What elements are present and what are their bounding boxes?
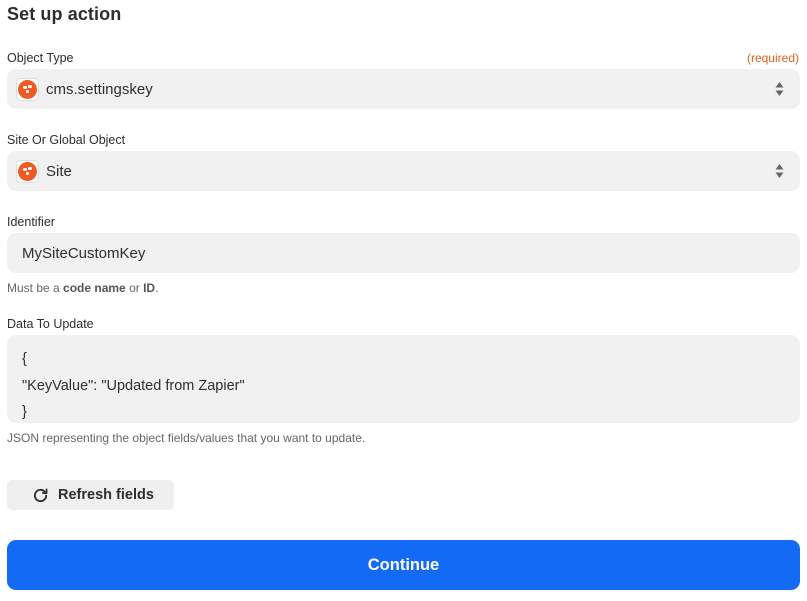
identifier-help-text: Must be a code name or ID. (7, 281, 159, 295)
site-or-global-value: Site (46, 162, 72, 180)
object-type-label: Object Type (7, 51, 74, 65)
required-indicator: (required) (746, 51, 799, 65)
json-line: "KeyValue": "Updated from Zapier" (22, 377, 245, 394)
object-type-value: cms.settingskey (46, 80, 153, 98)
site-or-global-select[interactable]: Site (7, 151, 800, 191)
kentico-app-icon (16, 77, 39, 101)
updown-chevron-icon (775, 82, 784, 96)
object-type-select[interactable]: cms.settingskey (7, 69, 800, 109)
json-line: { (22, 351, 27, 367)
data-to-update-help-text: JSON representing the object fields/valu… (7, 431, 366, 445)
identifier-label: Identifier (7, 215, 55, 229)
refresh-fields-label: Refresh fields (58, 487, 154, 503)
refresh-fields-button[interactable]: Refresh fields (7, 480, 174, 510)
data-to-update-textarea[interactable]: { "KeyValue": "Updated from Zapier" } (7, 335, 800, 423)
page-title: Set up action (7, 4, 122, 24)
identifier-input[interactable]: MySiteCustomKey (7, 233, 800, 273)
refresh-icon (33, 488, 48, 502)
kentico-app-icon (16, 159, 39, 183)
site-or-global-label: Site Or Global Object (7, 133, 126, 147)
json-line: } (22, 404, 27, 420)
data-to-update-label: Data To Update (7, 317, 94, 331)
continue-button[interactable]: Continue (7, 540, 800, 590)
updown-chevron-icon (775, 164, 784, 178)
